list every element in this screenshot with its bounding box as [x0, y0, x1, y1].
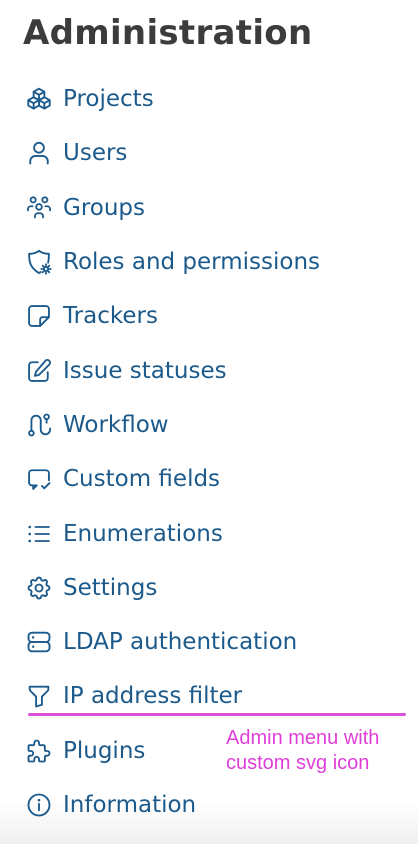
menu-link-workflow[interactable]: Workflow	[0, 410, 169, 440]
menu-link-plugins[interactable]: Plugins	[0, 736, 145, 766]
shield-icon	[25, 248, 53, 276]
menu-label-projects: Projects	[63, 86, 154, 113]
message-check-icon	[25, 465, 53, 493]
menu-link-enumerations[interactable]: Enumerations	[0, 519, 223, 549]
note-icon	[25, 302, 53, 330]
menu-link-issue-statuses[interactable]: Issue statuses	[0, 356, 227, 386]
menu-item-groups: Groups	[0, 181, 320, 235]
groups-icon	[25, 194, 53, 222]
info-icon	[25, 791, 53, 819]
menu-link-trackers[interactable]: Trackers	[0, 301, 158, 331]
projects-icon	[25, 85, 53, 113]
menu-item-users: Users	[0, 126, 320, 180]
menu-link-groups[interactable]: Groups	[0, 193, 145, 223]
menu-item-roles: Roles and permissions	[0, 235, 320, 289]
menu-link-users[interactable]: Users	[0, 138, 127, 168]
user-icon	[25, 139, 53, 167]
menu-label-roles: Roles and permissions	[63, 249, 321, 276]
gear-icon	[25, 574, 53, 602]
menu-link-information[interactable]: Information	[0, 790, 196, 820]
annotation-underline	[28, 713, 406, 716]
menu-item-enumerations: Enumerations	[0, 506, 320, 560]
admin-page: Administration Projects Users Groups Rol…	[0, 0, 418, 844]
menu-item-projects: Projects	[0, 72, 320, 126]
menu-label-settings: Settings	[63, 574, 158, 601]
workflow-icon	[25, 411, 53, 439]
menu-link-ldap[interactable]: LDAP authentication	[0, 627, 297, 657]
menu-item-information: Information	[0, 778, 320, 832]
menu-item-ldap: LDAP authentication	[0, 615, 320, 669]
menu-item-issue-statuses: Issue statuses	[0, 343, 320, 397]
server-icon	[25, 628, 53, 656]
menu-link-ip-filter[interactable]: IP address filter	[0, 681, 242, 711]
puzzle-icon	[25, 737, 53, 765]
menu-item-settings: Settings	[0, 561, 320, 615]
menu-label-ip-filter: IP address filter	[63, 683, 243, 710]
list-icon	[25, 520, 53, 548]
page-title: Administration	[23, 13, 313, 53]
menu-link-projects[interactable]: Projects	[0, 84, 154, 114]
menu-link-roles[interactable]: Roles and permissions	[0, 247, 320, 277]
menu-label-information: Information	[63, 792, 197, 818]
filter-icon	[25, 682, 53, 710]
annotation-note: Admin menu with custom svg icon	[226, 727, 380, 774]
menu-item-trackers: Trackers	[0, 289, 320, 343]
menu-label-groups: Groups	[63, 194, 146, 221]
menu-item-workflow: Workflow	[0, 398, 320, 452]
menu-label-custom-fields: Custom fields	[63, 466, 221, 493]
menu-label-ldap: LDAP authentication	[63, 629, 298, 656]
menu-label-issue-statuses: Issue statuses	[63, 357, 227, 384]
admin-menu: Projects Users Groups Roles and permissi…	[0, 72, 320, 832]
menu-label-workflow: Workflow	[63, 411, 169, 438]
menu-label-enumerations: Enumerations	[63, 520, 223, 547]
menu-link-settings[interactable]: Settings	[0, 573, 157, 603]
menu-label-plugins: Plugins	[63, 737, 146, 764]
edit-icon	[25, 357, 53, 385]
menu-label-users: Users	[63, 140, 128, 167]
menu-label-trackers: Trackers	[63, 303, 158, 330]
menu-link-custom-fields[interactable]: Custom fields	[0, 464, 220, 494]
menu-item-custom-fields: Custom fields	[0, 452, 320, 506]
